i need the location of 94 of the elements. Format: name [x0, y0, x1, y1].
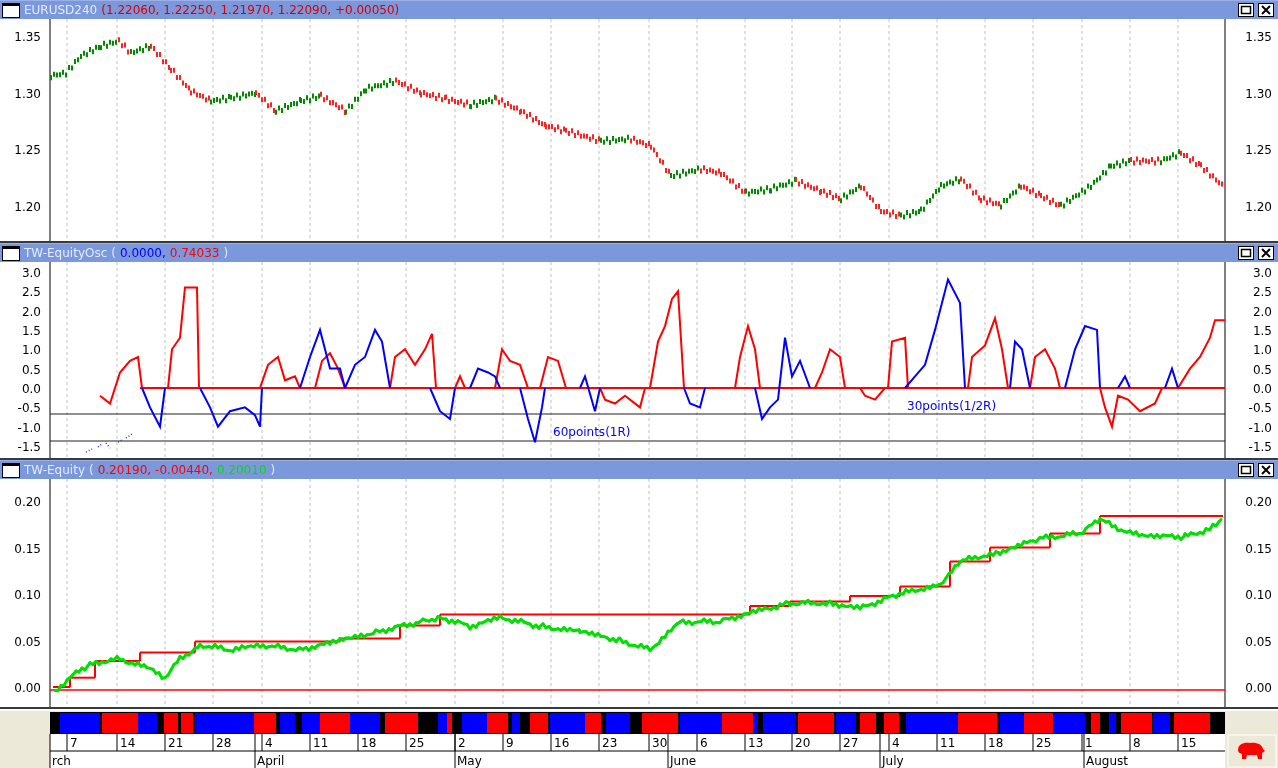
day-label: 14 — [120, 736, 136, 750]
y-axis-label: 3.0 — [21, 266, 41, 280]
title-text: ( — [111, 246, 116, 260]
title-value: 0.74033 — [169, 246, 220, 260]
maximize-icon[interactable] — [1238, 3, 1254, 17]
y-axis-label: 0.20 — [14, 495, 41, 509]
y-axis-label: 0.10 — [14, 588, 41, 602]
y-axis-label: 1.20 — [1245, 200, 1272, 215]
title-value: 0.20010 — [216, 463, 267, 477]
bear-icon — [1238, 742, 1265, 759]
y-axis-label: 0.15 — [14, 541, 41, 556]
y-axis-label: 0.5 — [1252, 362, 1272, 377]
maximize-icon[interactable] — [1238, 246, 1254, 260]
day-label: 25 — [409, 736, 425, 750]
y-axis-label: -1.0 — [1248, 420, 1272, 435]
title-text: ( — [89, 463, 94, 477]
month-label: July — [882, 754, 904, 768]
day-label: 18 — [361, 736, 377, 750]
day-label: 27 — [843, 736, 859, 750]
dotted-trace — [85, 433, 133, 453]
day-label: 7 — [70, 736, 78, 750]
month-label: April — [257, 754, 285, 768]
day-label: 16 — [554, 736, 570, 750]
y-axis-label: 0.0 — [21, 382, 41, 397]
day-label: 15 — [1181, 736, 1197, 750]
title-text: ) — [270, 463, 276, 477]
day-label: 23 — [602, 736, 618, 750]
y-axis-label: -1.5 — [17, 440, 41, 455]
window-icon[interactable] — [2, 2, 20, 18]
y-axis-label: 0.00 — [14, 681, 41, 695]
day-label: 9 — [506, 736, 514, 750]
y-axis-label: 2.5 — [21, 285, 41, 300]
title-text: TW-EquityOsc — [24, 246, 108, 260]
window-icon[interactable] — [2, 245, 20, 261]
y-axis-label: 0.5 — [21, 362, 41, 377]
level-label: 60points(1R) — [553, 425, 631, 439]
y-axis-label: -0.5 — [17, 401, 41, 416]
day-label: 2 — [458, 736, 466, 750]
day-label: 11 — [313, 736, 329, 750]
y-axis-label: 1.20 — [14, 200, 41, 215]
day-label: 30 — [652, 736, 668, 750]
y-axis-label: 2.0 — [1252, 304, 1272, 319]
maximize-icon[interactable] — [1238, 463, 1254, 477]
day-label: 11 — [940, 736, 956, 750]
y-axis-label: 0.05 — [14, 634, 41, 649]
y-axis-label: 2.0 — [21, 304, 41, 319]
month-label: May — [457, 754, 482, 768]
title-value: (1.22060, 1.22250, 1.21970, 1.22090, +0.00050) — [101, 3, 400, 17]
day-label: 21 — [168, 736, 184, 750]
title-value: 0.0000, — [119, 246, 166, 260]
day-label: 28 — [216, 736, 232, 750]
close-icon[interactable] — [1258, 3, 1274, 17]
day-label: 4 — [265, 736, 273, 750]
day-label: 25 — [1036, 736, 1052, 750]
title-text: EURUSD240 — [24, 3, 98, 17]
title-text: TW-Equity — [24, 463, 85, 477]
title-value: 0.20190, — [97, 463, 152, 477]
day-label: 1 — [1085, 736, 1093, 750]
y-axis-label: 1.0 — [1252, 343, 1272, 358]
day-label: 8 — [1133, 736, 1141, 750]
title-text: ) — [223, 246, 229, 260]
y-axis-label: 1.5 — [1252, 324, 1272, 339]
y-axis-label: 1.5 — [21, 324, 41, 339]
y-axis-label: 1.30 — [1245, 86, 1272, 101]
y-axis-label: 1.25 — [14, 143, 41, 158]
y-axis-label: 0.05 — [1245, 634, 1272, 649]
close-icon[interactable] — [1258, 463, 1274, 477]
day-label: 6 — [700, 736, 708, 750]
day-label: 20 — [795, 736, 811, 750]
y-axis-label: 2.5 — [1252, 285, 1272, 300]
close-icon[interactable] — [1258, 246, 1274, 260]
y-axis-label: 0.0 — [1252, 382, 1272, 397]
y-axis-label: 0.20 — [1245, 495, 1272, 509]
y-axis-label: 1.30 — [14, 86, 41, 101]
day-label: 4 — [892, 736, 900, 750]
y-axis-label: -1.5 — [1248, 440, 1272, 455]
title-value: -0.00440, — [155, 463, 213, 477]
level-label: 30points(1/2R) — [907, 399, 997, 413]
y-axis-label: 0.15 — [1245, 541, 1272, 556]
month-label: June — [670, 754, 697, 768]
y-axis-label: -0.5 — [1248, 401, 1272, 416]
month-label: rch — [52, 754, 71, 768]
window-icon[interactable] — [2, 462, 20, 478]
y-axis-label: 0.10 — [1245, 588, 1272, 602]
y-axis-label: 0.00 — [1245, 681, 1272, 695]
y-axis-label: 1.25 — [1245, 143, 1272, 158]
day-label: 18 — [988, 736, 1004, 750]
day-label: 13 — [748, 736, 764, 750]
y-axis-label: 1.0 — [21, 343, 41, 358]
y-axis-label: 1.35 — [14, 30, 41, 44]
month-label: August — [1086, 754, 1128, 768]
y-axis-label: 3.0 — [1252, 266, 1272, 280]
y-axis-label: -1.0 — [17, 420, 41, 435]
y-axis-label: 1.35 — [1245, 30, 1272, 44]
